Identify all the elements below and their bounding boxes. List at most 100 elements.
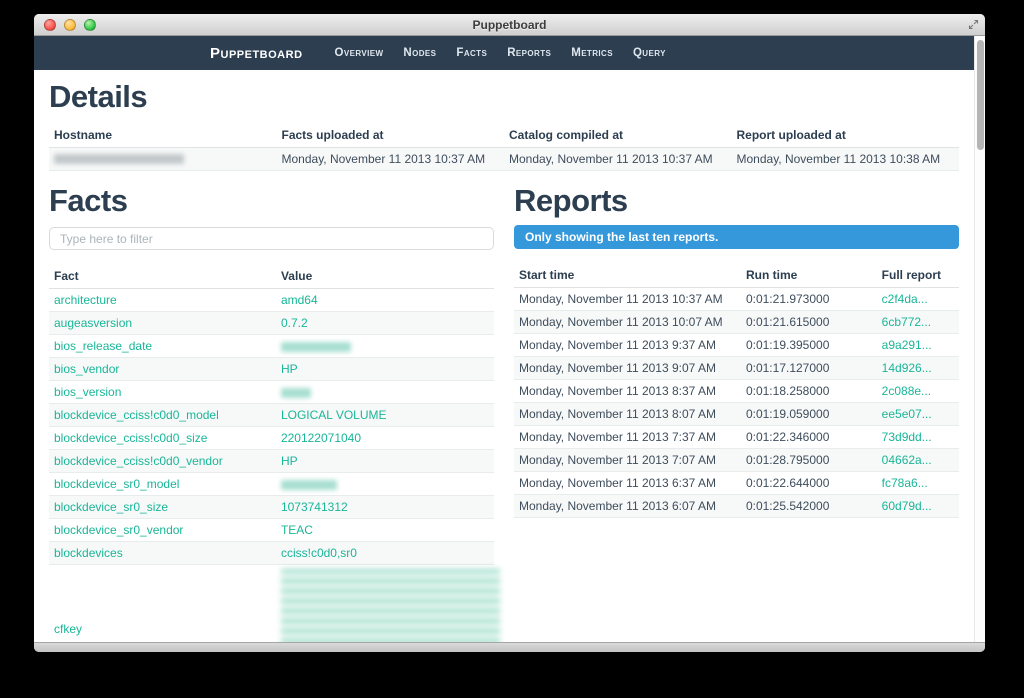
fact-name-link[interactable]: blockdevice_cciss!c0d0_vendor: [54, 454, 223, 468]
fact-value: TEAC: [281, 523, 313, 537]
table-row: blockdevice_sr0_size 1073741312: [49, 496, 494, 519]
fact-value: 1073741312: [281, 500, 348, 514]
table-row: blockdevices cciss!c0d0,sr0: [49, 542, 494, 565]
navbar-item[interactable]: Reports: [497, 47, 561, 59]
report-start-time: Monday, November 11 2013 8:07 AM: [514, 403, 741, 426]
window-controls: [44, 19, 96, 31]
fact-name-link[interactable]: bios_vendor: [54, 362, 119, 376]
full-report-link[interactable]: 73d9dd...: [882, 430, 932, 444]
full-report-link[interactable]: 2c088e...: [882, 384, 931, 398]
full-report-link[interactable]: 60d79d...: [882, 499, 932, 513]
table-row: blockdevice_cciss!c0d0_model LOGICAL VOL…: [49, 404, 494, 427]
navbar-item[interactable]: Facts: [446, 47, 497, 59]
report-run-time: 0:01:22.346000: [741, 426, 877, 449]
report-start-time: Monday, November 11 2013 6:37 AM: [514, 472, 741, 495]
table-row: Monday, November 11 2013 8:07 AM 0:01:19…: [514, 403, 959, 426]
reports-table: Start timeRun timeFull report Monday, No…: [514, 263, 959, 518]
fact-value: 0.7.2: [281, 316, 308, 330]
report-run-time: 0:01:17.127000: [741, 357, 877, 380]
table-row: Monday, November 11 2013 6:07 AM 0:01:25…: [514, 495, 959, 518]
report-uploaded-cell: Monday, November 11 2013 10:38 AM: [732, 147, 960, 170]
full-report-link[interactable]: a9a291...: [882, 338, 932, 352]
window-bottom-edge[interactable]: [34, 642, 985, 652]
redacted-fact-value: [281, 388, 311, 398]
reports-heading: Reports: [514, 185, 959, 218]
table-row: Monday, November 11 2013 10:37 AM 0:01:2…: [514, 288, 959, 311]
window-titlebar[interactable]: Puppetboard: [34, 14, 985, 36]
fact-name-link[interactable]: blockdevice_sr0_model: [54, 477, 179, 491]
close-button[interactable]: [44, 19, 56, 31]
details-column-header: Facts uploaded at: [277, 123, 505, 148]
reports-alert: Only showing the last ten reports.: [514, 225, 959, 249]
fact-name-link[interactable]: augeasversion: [54, 316, 132, 330]
report-run-time: 0:01:28.795000: [741, 449, 877, 472]
facts-section: Facts FactValue a: [49, 185, 494, 642]
table-row: Monday, November 11 2013 7:07 AM 0:01:28…: [514, 449, 959, 472]
fact-name-link[interactable]: architecture: [54, 293, 117, 307]
app-window: Puppetboard Puppetboard Overview Nodes F…: [34, 14, 985, 652]
report-run-time: 0:01:19.395000: [741, 334, 877, 357]
table-row: Monday, November 11 2013 9:37 AM 0:01:19…: [514, 334, 959, 357]
report-start-time: Monday, November 11 2013 10:37 AM: [514, 288, 741, 311]
zoom-button[interactable]: [84, 19, 96, 31]
full-report-link[interactable]: fc78a6...: [882, 476, 928, 490]
navbar-item[interactable]: Metrics: [561, 47, 623, 59]
table-row: blockdevice_cciss!c0d0_vendor HP: [49, 450, 494, 473]
catalog-compiled-cell: Monday, November 11 2013 10:37 AM: [504, 147, 732, 170]
report-run-time: 0:01:21.615000: [741, 311, 877, 334]
reports-section: Reports Only showing the last ten report…: [514, 185, 959, 642]
navbar-item[interactable]: Query: [623, 47, 676, 59]
redacted-fact-value: [281, 342, 351, 352]
full-report-link[interactable]: 6cb772...: [882, 315, 931, 329]
report-start-time: Monday, November 11 2013 8:37 AM: [514, 380, 741, 403]
details-column-header: Catalog compiled at: [504, 123, 732, 148]
table-row: Monday, November 11 2013 10:37 AM Monday…: [49, 147, 959, 170]
details-table: HostnameFacts uploaded atCatalog compile…: [49, 123, 959, 171]
fullscreen-icon[interactable]: [968, 19, 979, 30]
navbar-brand[interactable]: Puppetboard: [210, 45, 303, 62]
report-start-time: Monday, November 11 2013 9:37 AM: [514, 334, 741, 357]
navbar-item[interactable]: Overview: [325, 47, 394, 59]
minimize-button[interactable]: [64, 19, 76, 31]
table-row: bios_vendor HP: [49, 358, 494, 381]
full-report-link[interactable]: ee5e07...: [882, 407, 932, 421]
redacted-fact-value: [281, 480, 337, 490]
scrollbar-thumb[interactable]: [977, 40, 984, 150]
facts-column-header: Value: [276, 264, 494, 289]
fact-name-link[interactable]: cfkey: [54, 622, 82, 636]
hostname-cell: [49, 147, 277, 170]
table-row: Monday, November 11 2013 10:07 AM 0:01:2…: [514, 311, 959, 334]
facts-filter-input[interactable]: [49, 227, 494, 250]
fact-name-link[interactable]: bios_release_date: [54, 339, 152, 353]
fact-value: HP: [281, 454, 298, 468]
navbar-menu: Overview Nodes Facts Reports Metrics Que…: [325, 47, 676, 59]
full-report-link[interactable]: 14d926...: [882, 361, 932, 375]
report-run-time: 0:01:22.644000: [741, 472, 877, 495]
report-run-time: 0:01:21.973000: [741, 288, 877, 311]
reports-column-header: Run time: [741, 263, 877, 288]
fact-name-link[interactable]: blockdevices: [54, 546, 123, 560]
fact-name-link[interactable]: blockdevice_cciss!c0d0_size: [54, 431, 207, 445]
reports-column-header: Start time: [514, 263, 741, 288]
navbar-item[interactable]: Nodes: [393, 47, 446, 59]
report-start-time: Monday, November 11 2013 9:07 AM: [514, 357, 741, 380]
redacted-hostname: [54, 154, 184, 164]
fact-name-link[interactable]: blockdevice_cciss!c0d0_model: [54, 408, 219, 422]
table-row: blockdevice_sr0_model: [49, 473, 494, 496]
table-row: Monday, November 11 2013 9:07 AM 0:01:17…: [514, 357, 959, 380]
report-start-time: Monday, November 11 2013 7:37 AM: [514, 426, 741, 449]
fact-name-link[interactable]: blockdevice_sr0_size: [54, 500, 168, 514]
full-report-link[interactable]: 04662a...: [882, 453, 932, 467]
full-report-link[interactable]: c2f4da...: [882, 292, 928, 306]
fact-value: LOGICAL VOLUME: [281, 408, 387, 422]
report-run-time: 0:01:18.258000: [741, 380, 877, 403]
facts-table: FactValue architecture amd64: [49, 264, 494, 642]
fact-name-link[interactable]: bios_version: [54, 385, 121, 399]
table-row: architecture amd64: [49, 289, 494, 312]
scrollbar-track[interactable]: [974, 36, 985, 642]
report-start-time: Monday, November 11 2013 7:07 AM: [514, 449, 741, 472]
facts-uploaded-cell: Monday, November 11 2013 10:37 AM: [277, 147, 505, 170]
details-heading: Details: [49, 81, 959, 114]
fact-name-link[interactable]: blockdevice_sr0_vendor: [54, 523, 183, 537]
fact-value: 220122071040: [281, 431, 361, 445]
